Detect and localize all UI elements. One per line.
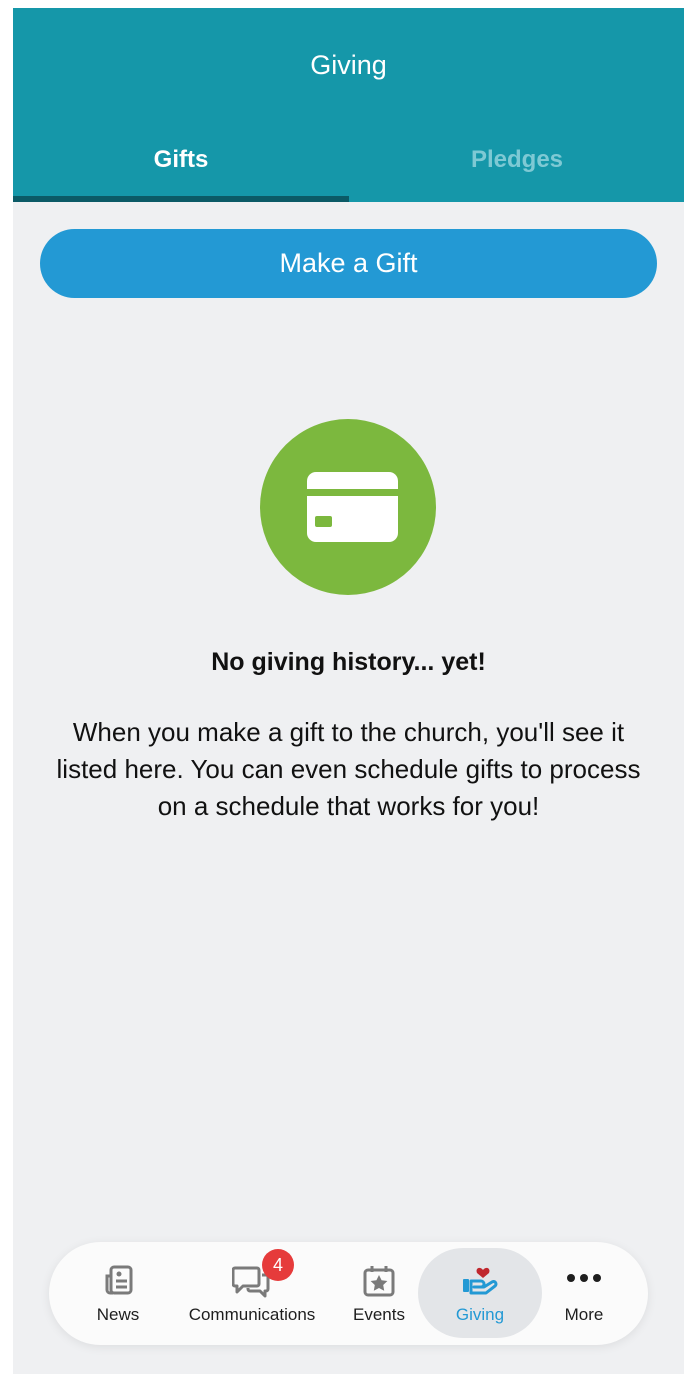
header-bar: Giving Gifts Pledges — [13, 8, 684, 202]
nav-label-more: More — [564, 1305, 604, 1324]
empty-state-message: When you make a gift to the church, you'… — [56, 717, 641, 821]
credit-card-icon — [260, 419, 436, 595]
nav-item-more[interactable]: More — [549, 1242, 619, 1345]
nav-label-events: Events — [353, 1305, 405, 1324]
tab-pledges[interactable]: Pledges — [349, 146, 684, 174]
nav-item-giving[interactable]: Giving — [418, 1242, 542, 1345]
empty-state-title: No giving history... yet! — [211, 648, 486, 676]
giving-screen: Giving Gifts Pledges Make a Gift No givi… — [13, 8, 684, 1374]
unread-count-badge: 4 — [262, 1249, 294, 1281]
nav-label-giving: Giving — [455, 1305, 505, 1324]
more-dots-icon — [566, 1270, 602, 1288]
nav-item-events[interactable]: Events — [345, 1242, 413, 1345]
nav-label-news: News — [96, 1305, 140, 1324]
nav-label-communications: Communications — [188, 1305, 316, 1324]
bottom-tab-bar: News Communications 4 Events Giving More — [49, 1242, 648, 1345]
nav-item-news[interactable]: News — [79, 1242, 157, 1345]
calendar-star-icon — [362, 1264, 396, 1303]
hand-heart-icon — [460, 1256, 500, 1301]
news-icon — [103, 1264, 135, 1301]
page-title: Giving — [310, 50, 387, 80]
active-tab-indicator — [13, 196, 349, 202]
make-a-gift-button[interactable]: Make a Gift — [40, 229, 657, 298]
nav-item-communications[interactable]: Communications — [177, 1242, 327, 1345]
tab-gifts[interactable]: Gifts — [13, 146, 349, 174]
